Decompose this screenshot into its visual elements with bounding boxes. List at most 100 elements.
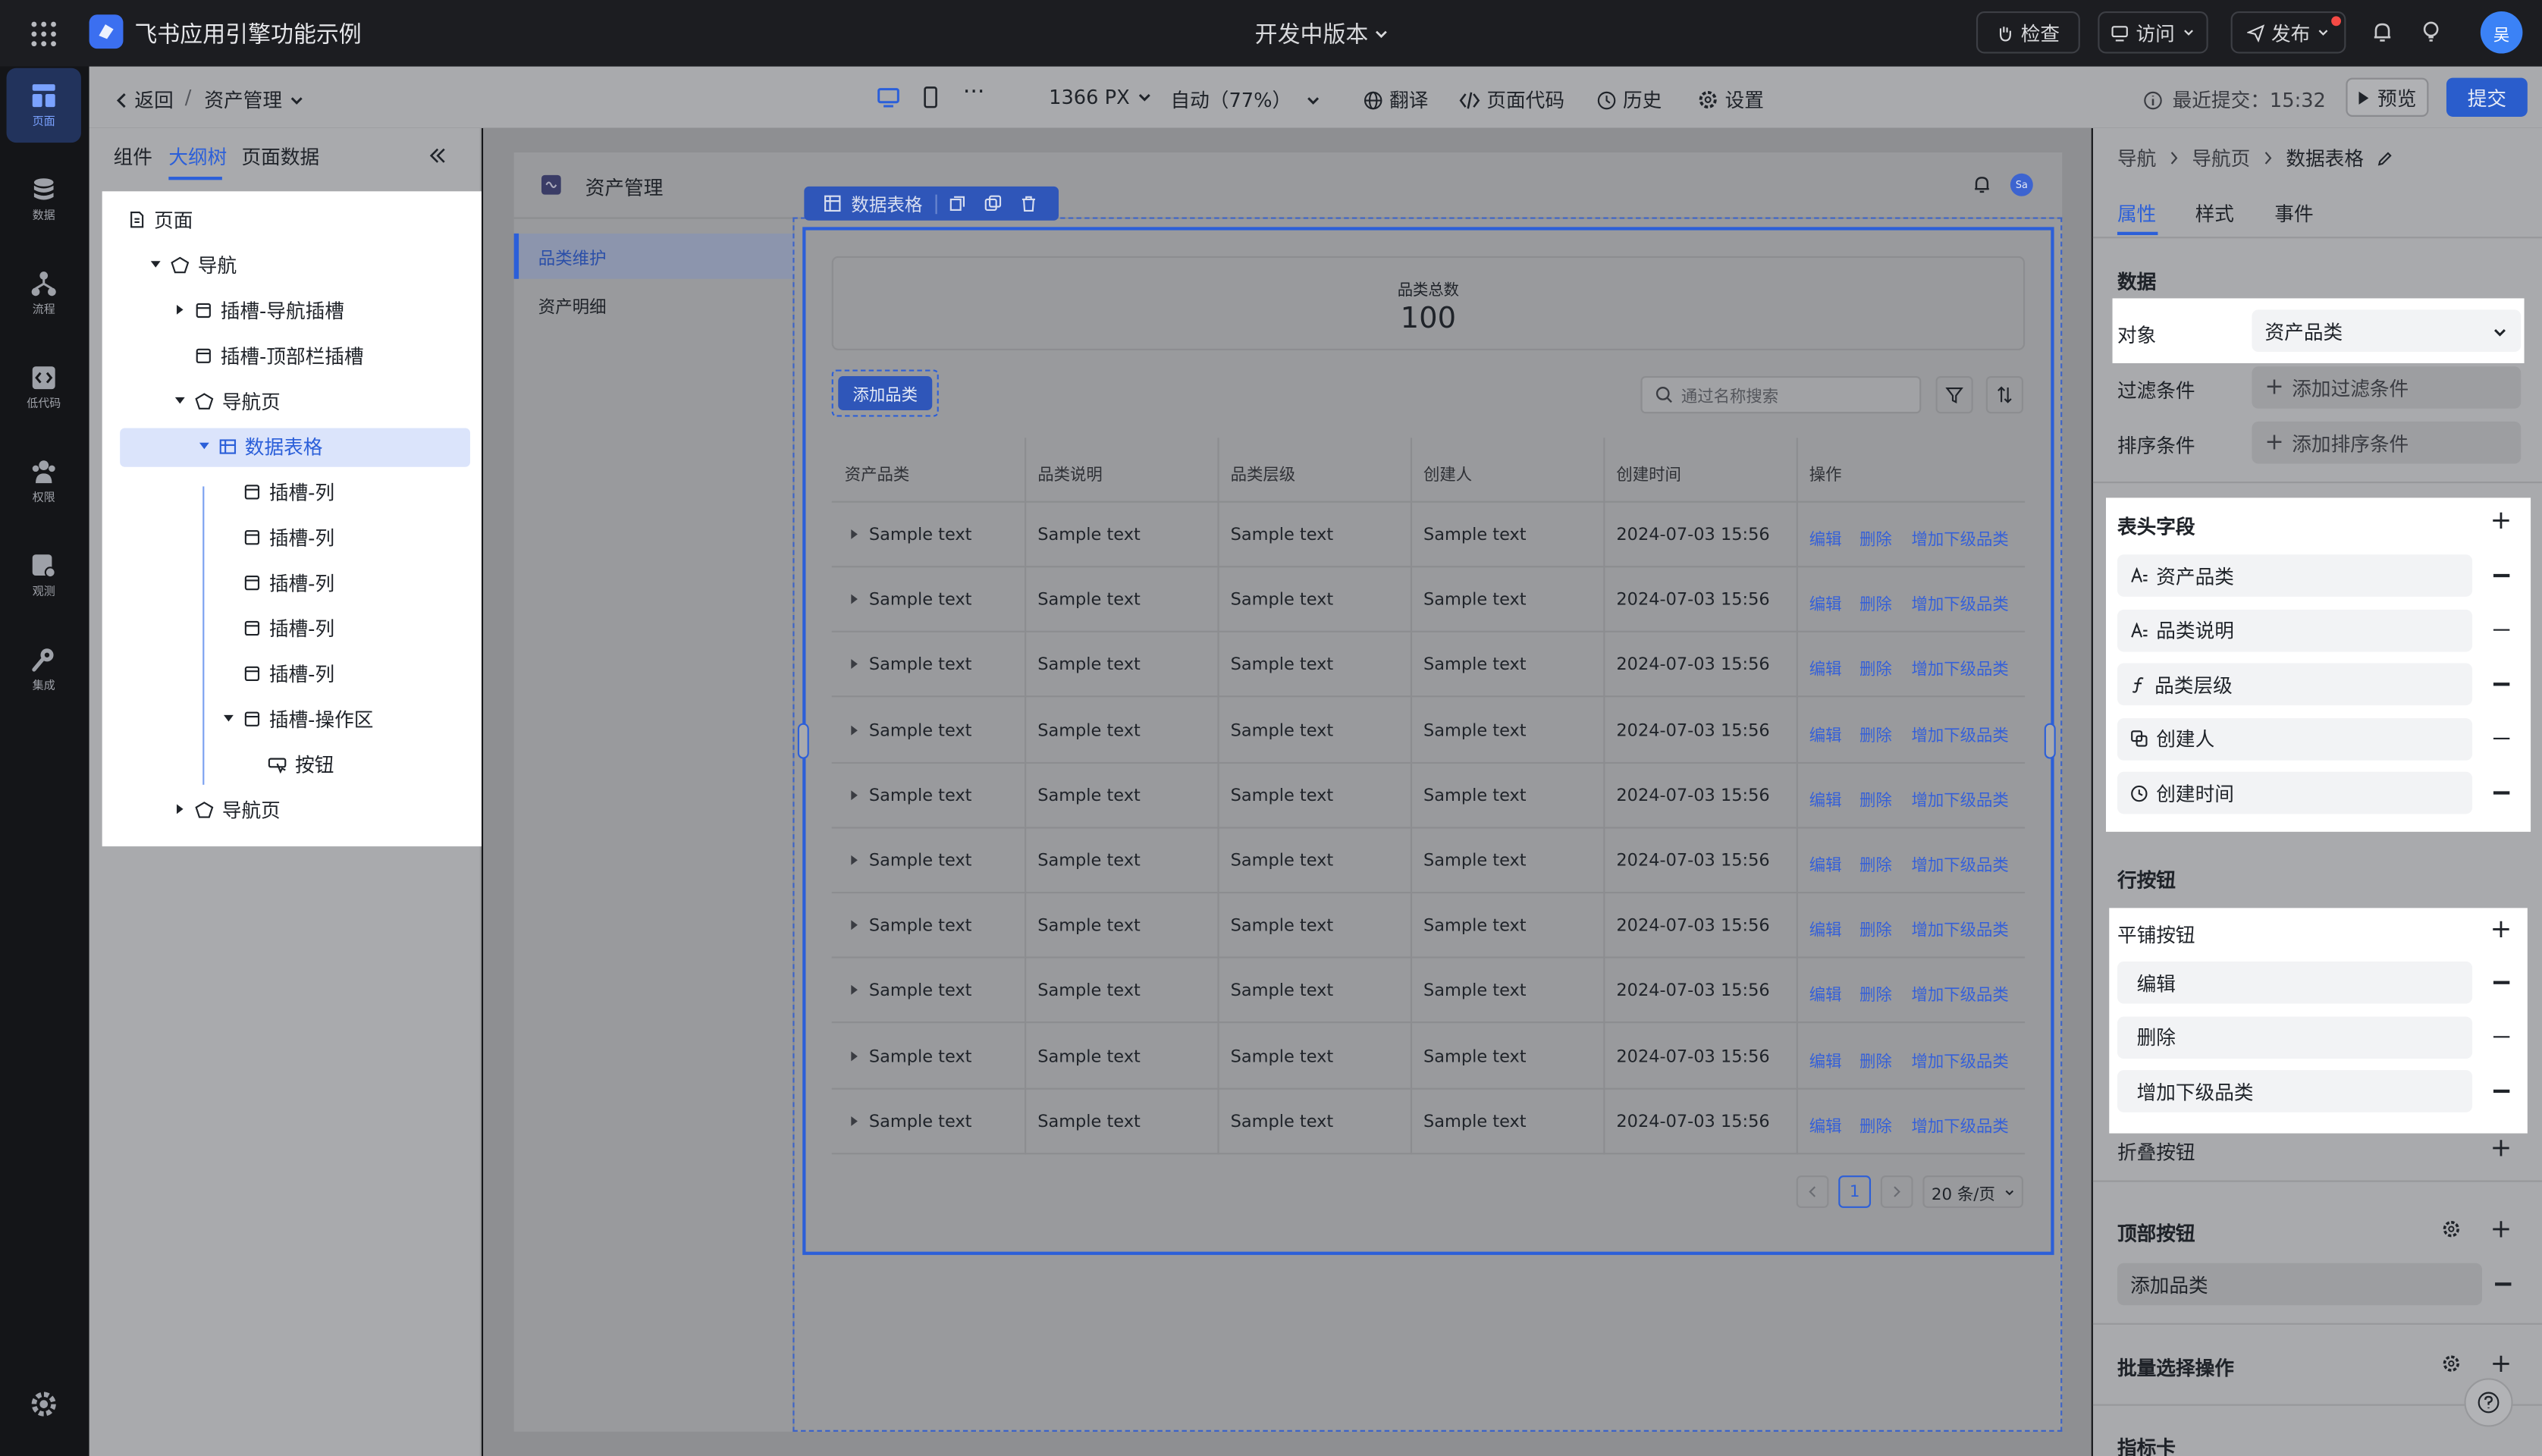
tree-node[interactable]: 插槽-列 xyxy=(222,472,334,510)
preview-button[interactable]: 预览 xyxy=(2346,77,2429,117)
add-batch-icon[interactable]: + xyxy=(2490,1350,2512,1376)
row-action-link[interactable]: 删除 xyxy=(1859,591,1892,615)
column-header[interactable]: 创建人 xyxy=(1423,460,1472,485)
row-action-link[interactable]: 删除 xyxy=(1859,526,1892,550)
caret-right-icon[interactable] xyxy=(174,802,187,815)
tree-node[interactable]: 导航 xyxy=(149,245,237,284)
row-action-link[interactable]: 编辑 xyxy=(1809,526,1842,550)
header-field-item[interactable]: 资产品类 xyxy=(2117,554,2473,597)
add-header-field-icon[interactable]: + xyxy=(2490,507,2512,533)
row-action-link[interactable]: 增加下级品类 xyxy=(1911,1112,2008,1137)
row-action-link[interactable]: 删除 xyxy=(1859,981,1892,1006)
expand-row-icon[interactable] xyxy=(849,724,859,736)
submit-button[interactable]: 提交 xyxy=(2446,77,2528,117)
help-button[interactable] xyxy=(2464,1378,2513,1427)
row-action-link[interactable]: 删除 xyxy=(1859,1046,1892,1072)
tab-properties[interactable]: 属性 xyxy=(2117,199,2156,227)
row-action-link[interactable]: 编辑 xyxy=(1809,591,1842,615)
remove-field-icon[interactable] xyxy=(2493,628,2510,631)
bell-icon[interactable] xyxy=(1972,174,1993,195)
row-action-link[interactable]: 编辑 xyxy=(1809,721,1842,745)
bell-icon[interactable] xyxy=(2370,20,2394,44)
page-size-select[interactable]: 20 条/页 xyxy=(1922,1175,2023,1208)
rail-item-data[interactable]: 数据 xyxy=(7,162,81,237)
expand-row-icon[interactable] xyxy=(849,985,859,996)
tree-node[interactable]: 插槽-列 xyxy=(222,517,334,556)
tile-button-item[interactable]: 删除 xyxy=(2117,1015,2473,1059)
row-action-link[interactable]: 增加下级品类 xyxy=(1911,721,2008,745)
bulb-icon[interactable] xyxy=(2419,20,2443,44)
rail-item-lowcode[interactable]: 低代码 xyxy=(7,350,81,425)
remove-field-icon[interactable] xyxy=(2493,737,2510,740)
row-action-link[interactable]: 删除 xyxy=(1859,656,1892,680)
publish-button[interactable]: 发布 xyxy=(2230,11,2346,54)
add-fold-button-icon[interactable]: + xyxy=(2490,1134,2512,1161)
row-action-link[interactable]: 编辑 xyxy=(1809,852,1842,876)
tree-node[interactable]: 插槽-操作区 xyxy=(222,699,373,738)
rail-item-flow[interactable]: 流程 xyxy=(7,256,81,331)
tree-node[interactable]: 插槽-列 xyxy=(222,654,334,692)
caret-right-icon[interactable] xyxy=(174,303,187,316)
breadcrumb-nav-page[interactable]: 导航页 xyxy=(2192,144,2250,171)
tile-button-item[interactable]: 增加下级品类 xyxy=(2117,1070,2473,1113)
menu-item-asset-detail[interactable]: 资产明细 xyxy=(538,295,607,319)
trash-icon[interactable] xyxy=(1020,195,1038,213)
page-code-button[interactable]: 页面代码 xyxy=(1459,86,1564,113)
version-dropdown[interactable]: 开发中版本 xyxy=(1255,18,1389,51)
rail-item-observe[interactable]: 观测 xyxy=(7,538,81,613)
duplicate-icon[interactable] xyxy=(984,195,1003,213)
remove-tile-button-icon[interactable] xyxy=(2493,981,2510,984)
add-sort-button[interactable]: + 添加排序条件 xyxy=(2252,421,2522,464)
tab-style[interactable]: 样式 xyxy=(2195,199,2234,227)
row-action-link[interactable]: 删除 xyxy=(1859,852,1892,876)
page-number-button[interactable]: 1 xyxy=(1838,1175,1872,1208)
row-action-link[interactable]: 增加下级品类 xyxy=(1911,526,2008,550)
prev-page-button[interactable] xyxy=(1796,1175,1829,1208)
header-field-item[interactable]: 创建时间 xyxy=(2117,772,2473,815)
row-action-link[interactable]: 编辑 xyxy=(1809,1046,1842,1072)
tree-node[interactable]: 插槽-列 xyxy=(222,563,334,601)
object-select[interactable]: 资产品类 xyxy=(2252,309,2522,352)
collapse-panel-icon[interactable] xyxy=(428,146,447,165)
row-action-link[interactable]: 增加下级品类 xyxy=(1911,916,2008,941)
rail-item-page[interactable]: 页面 xyxy=(6,67,81,143)
data-table-component[interactable]: 品类总数 100 添加品类 通过名称搜索 资产品类 品类说明 品类层级 创建人 创建时间… xyxy=(797,227,2056,1255)
column-header[interactable]: 品类层级 xyxy=(1231,460,1296,485)
next-page-button[interactable] xyxy=(1880,1175,1913,1208)
tree-node[interactable]: 插槽-顶部栏插槽 xyxy=(174,336,364,375)
more-icon[interactable]: ··· xyxy=(963,80,985,105)
row-action-link[interactable]: 编辑 xyxy=(1809,656,1842,680)
tab-events[interactable]: 事件 xyxy=(2274,199,2313,227)
header-field-item[interactable]: 创建人 xyxy=(2117,717,2473,761)
row-action-link[interactable]: 编辑 xyxy=(1809,786,1842,811)
row-action-link[interactable]: 增加下级品类 xyxy=(1911,591,2008,615)
expand-row-icon[interactable] xyxy=(849,1050,859,1062)
right-resize-handle[interactable] xyxy=(2044,723,2056,759)
expand-row-icon[interactable] xyxy=(849,594,859,605)
row-action-link[interactable]: 增加下级品类 xyxy=(1911,852,2008,876)
header-field-item[interactable]: 品类说明 xyxy=(2117,609,2473,651)
remove-field-icon[interactable] xyxy=(2493,573,2510,577)
tree-node[interactable]: 导航页 xyxy=(174,789,281,828)
top-button-item[interactable]: 添加品类 xyxy=(2117,1263,2482,1306)
add-category-button[interactable]: 添加品类 xyxy=(838,376,933,410)
expand-row-icon[interactable] xyxy=(849,659,859,670)
page-selector[interactable]: 资产管理 xyxy=(204,86,305,113)
expand-row-icon[interactable] xyxy=(849,789,859,801)
row-action-link[interactable]: 增加下级品类 xyxy=(1911,656,2008,680)
back-button[interactable]: 返回 xyxy=(115,86,174,113)
copy-icon[interactable] xyxy=(949,195,967,213)
add-top-button-icon[interactable]: + xyxy=(2490,1216,2512,1242)
visit-button[interactable]: 访问 xyxy=(2098,11,2208,54)
expand-row-icon[interactable] xyxy=(849,1116,859,1127)
tab-components[interactable]: 组件 xyxy=(114,143,152,170)
apps-grid-icon[interactable] xyxy=(29,20,58,49)
menu-item-category[interactable]: 品类维护 xyxy=(538,246,607,271)
expand-row-icon[interactable] xyxy=(849,920,859,931)
edit-icon[interactable] xyxy=(2377,150,2393,166)
caret-down-icon[interactable] xyxy=(174,394,187,407)
tree-node[interactable]: 页面 xyxy=(120,199,193,238)
top-buttons-gear-icon[interactable] xyxy=(2442,1219,2462,1239)
column-header[interactable]: 创建时间 xyxy=(1616,460,1681,485)
expand-row-icon[interactable] xyxy=(849,855,859,866)
